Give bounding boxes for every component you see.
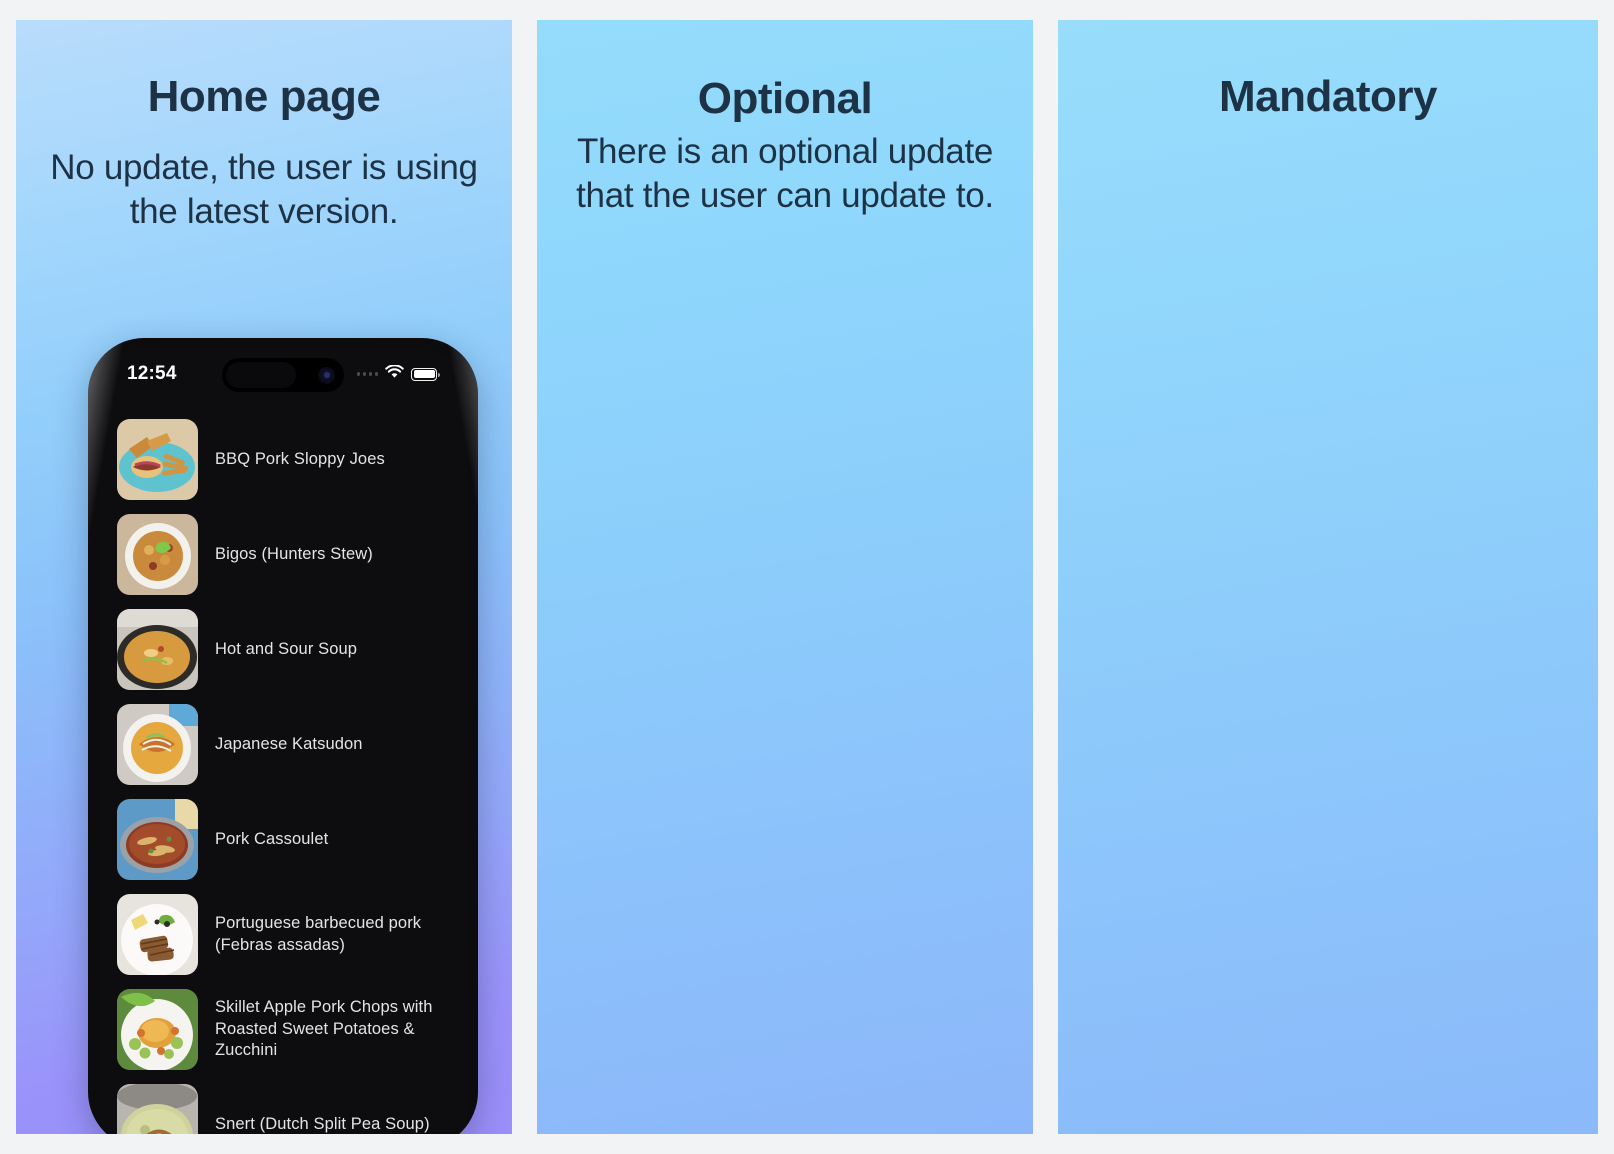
phone-screen: 12:54 BBQ Pork Sloppy Joes Bigos (Hunter… <box>99 349 467 1134</box>
panel-background-gradient <box>1058 20 1598 1134</box>
screenshot-stage: Home page No update, the user is using t… <box>0 0 1614 1154</box>
list-item[interactable]: Snert (Dutch Split Pea Soup) <box>99 1077 467 1134</box>
recipe-thumbnail <box>117 609 198 690</box>
recipe-name: Bigos (Hunters Stew) <box>215 544 373 563</box>
wifi-icon <box>385 363 404 384</box>
list-item[interactable]: Portuguese barbecued pork (Febras assada… <box>99 887 467 982</box>
recipe-list[interactable]: BBQ Pork Sloppy Joes Bigos (Hunters Stew… <box>99 399 467 1134</box>
page-subtitle: No update, the user is using the latest … <box>50 148 478 231</box>
recipe-name: BBQ Pork Sloppy Joes <box>215 449 385 468</box>
recipe-thumbnail <box>117 989 198 1070</box>
recipe-thumbnail <box>117 704 198 785</box>
page-title: Optional <box>697 74 873 123</box>
front-camera-icon <box>318 366 335 384</box>
list-item[interactable]: Japanese Katsudon <box>99 697 467 792</box>
dynamic-island <box>222 358 344 392</box>
panel-header: Optional There is an optional update tha… <box>537 20 1033 218</box>
panel-header: Home page No update, the user is using t… <box>16 20 512 234</box>
recipe-thumbnail <box>117 1084 198 1134</box>
recipe-thumbnail <box>117 419 198 500</box>
list-item[interactable]: Skillet Apple Pork Chops with Roasted Sw… <box>99 982 467 1077</box>
island-pill <box>226 362 296 388</box>
recipe-name: Skillet Apple Pork Chops with Roasted Sw… <box>215 997 433 1060</box>
list-item[interactable]: BBQ Pork Sloppy Joes <box>99 412 467 507</box>
list-item[interactable]: Hot and Sour Soup <box>99 602 467 697</box>
page-title: Home page <box>147 72 381 121</box>
panel-header: Mandatory <box>1058 20 1598 120</box>
panel-home-page: Home page No update, the user is using t… <box>16 20 512 1134</box>
signal-dots-icon <box>356 372 378 376</box>
phone-mockup: 12:54 BBQ Pork Sloppy Joes Bigos (Hunter… <box>88 338 478 1134</box>
panel-optional: Optional There is an optional update tha… <box>537 20 1033 1134</box>
page-title: Mandatory <box>1219 72 1437 121</box>
page-subtitle: There is an optional update that the use… <box>576 132 994 215</box>
recipe-thumbnail <box>117 894 198 975</box>
recipe-name: Hot and Sour Soup <box>215 639 358 658</box>
battery-icon <box>411 367 440 381</box>
status-time: 12:54 <box>127 363 177 384</box>
recipe-name: Snert (Dutch Split Pea Soup) <box>215 1114 430 1133</box>
status-bar: 12:54 <box>99 349 467 399</box>
recipe-name: Japanese Katsudon <box>215 734 363 753</box>
status-icons <box>356 363 440 384</box>
list-item[interactable]: Pork Cassoulet <box>99 792 467 887</box>
recipe-name: Portuguese barbecued pork (Febras assada… <box>215 913 422 954</box>
recipe-name: Pork Cassoulet <box>215 829 329 848</box>
recipe-thumbnail <box>117 514 198 595</box>
recipe-thumbnail <box>117 799 198 880</box>
list-item[interactable]: Bigos (Hunters Stew) <box>99 507 467 602</box>
panel-mandatory: Mandatory 12:52 <box>1058 20 1598 1134</box>
